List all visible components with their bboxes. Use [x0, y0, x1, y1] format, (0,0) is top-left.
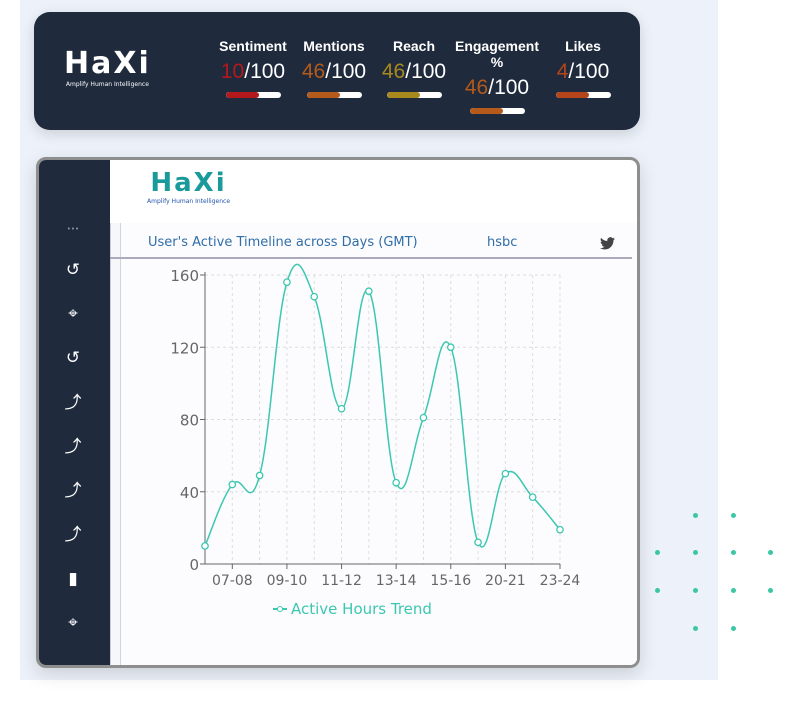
data-point	[337, 404, 346, 413]
data-point	[392, 478, 401, 487]
data-point	[310, 292, 319, 301]
data-point	[446, 343, 455, 352]
decorative-dot	[693, 588, 698, 593]
data-point	[228, 480, 237, 489]
x-tick-label: 13-14	[376, 573, 417, 589]
decorative-dot	[731, 550, 736, 555]
legend-label: Active Hours Trend	[291, 600, 432, 618]
decorative-dot	[731, 513, 736, 518]
data-point	[255, 471, 264, 480]
decorative-dot	[655, 588, 660, 593]
active-timeline-chart: 0 40 80 120 160 07-08 09-10 11-12 13-14 15-16 20-2…	[170, 263, 581, 618]
data-point	[556, 525, 564, 534]
x-tick-label: 11-12	[321, 573, 362, 589]
data-point	[474, 538, 482, 547]
y-tick-label: 160	[170, 267, 199, 285]
data-point	[364, 287, 373, 296]
x-tick-label: 23-24	[540, 573, 581, 589]
decorative-dot	[655, 550, 660, 555]
x-tick-label: 09-10	[267, 573, 308, 589]
x-tick-label: 07-08	[212, 573, 253, 589]
data-point	[528, 493, 537, 502]
decorative-dot	[731, 588, 736, 593]
data-point	[283, 278, 291, 287]
decorative-dot	[693, 513, 698, 518]
data-point	[201, 542, 209, 550]
x-tick-label: 15-16	[430, 573, 471, 589]
y-tick-label: 80	[180, 412, 199, 430]
y-tick-label: 40	[180, 484, 199, 502]
y-tick-label: 0	[189, 556, 199, 574]
y-tick-label: 120	[170, 339, 199, 357]
decorative-dot	[693, 626, 698, 631]
decorative-dot	[731, 626, 736, 631]
x-tick-label: 20-21	[485, 573, 526, 589]
series-line-active-hours-trend	[204, 263, 561, 548]
legend-marker	[277, 606, 283, 612]
decorative-dot	[693, 550, 698, 555]
data-point	[501, 469, 510, 478]
decorative-dot	[768, 550, 773, 555]
decorative-dot	[768, 588, 773, 593]
data-point	[419, 413, 428, 422]
